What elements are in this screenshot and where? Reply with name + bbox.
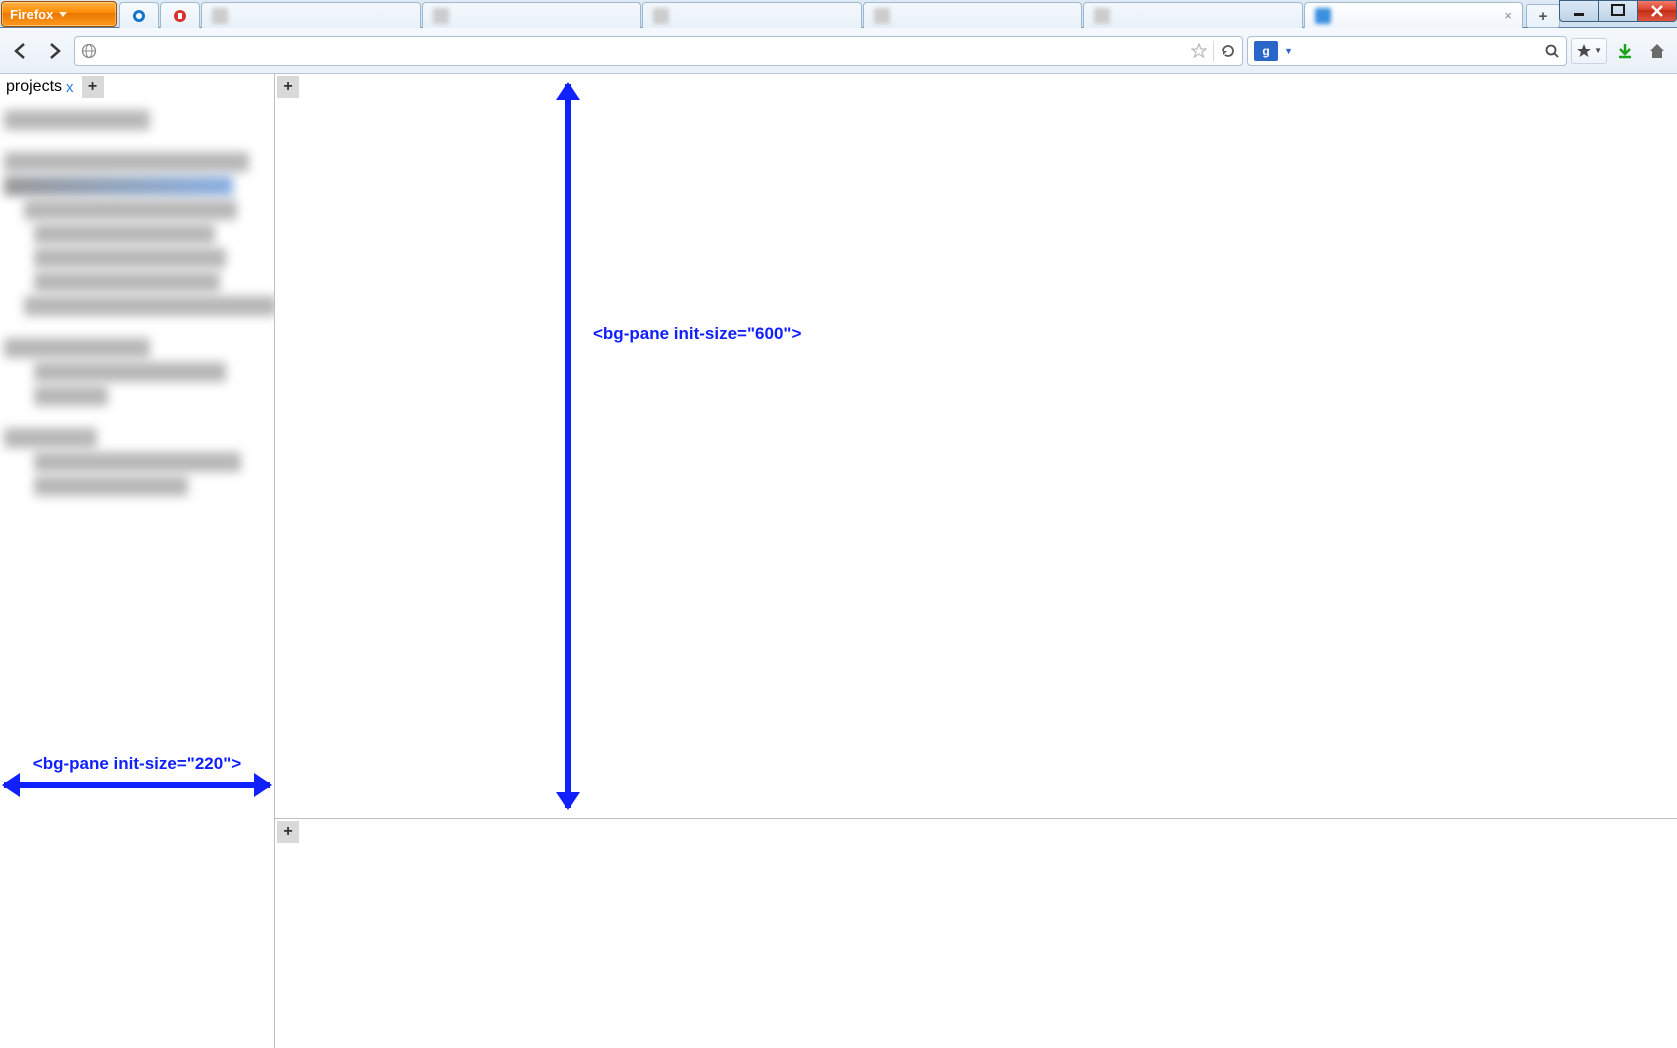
window-controls — [1560, 0, 1677, 27]
annotation-top-label: <bg-pane init-size="600"> — [593, 324, 801, 344]
search-icon[interactable] — [1544, 43, 1560, 59]
new-tab-button[interactable]: + — [1526, 4, 1560, 28]
pinned-tab[interactable] — [119, 2, 159, 28]
separator — [1213, 41, 1214, 61]
chevron-down-icon: ▼ — [1594, 46, 1602, 55]
favicon-icon — [653, 8, 669, 24]
close-pane-tab-icon[interactable]: x — [66, 79, 74, 96]
favicon-icon — [874, 8, 890, 24]
chevron-down-icon — [59, 12, 67, 17]
downloads-button[interactable] — [1611, 37, 1639, 65]
browser-tab[interactable] — [863, 2, 1083, 28]
left-pane-tab-label: projects — [6, 78, 62, 96]
plus-icon: + — [283, 78, 292, 96]
plus-icon: + — [1539, 8, 1548, 25]
download-arrow-icon — [1616, 42, 1634, 60]
browser-tab[interactable] — [642, 2, 862, 28]
favicon-icon — [433, 8, 449, 24]
home-button[interactable] — [1643, 37, 1671, 65]
bookmark-star-icon — [1576, 43, 1592, 59]
close-icon — [1650, 4, 1664, 18]
navigation-toolbar: g ▼ ▼ — [0, 28, 1677, 74]
back-button[interactable] — [6, 36, 36, 66]
add-pane-tab-button[interactable]: + — [277, 821, 299, 843]
maximize-icon — [1611, 4, 1625, 18]
right-column: + <bg-pane init-size="600"> + — [275, 74, 1677, 1048]
annotation-left-pane: <bg-pane init-size="220"> — [4, 754, 270, 788]
favicon-icon — [1315, 8, 1331, 24]
browser-tab[interactable]: × — [1304, 2, 1524, 28]
workspace: projects x + <bg-pane init-size=" — [0, 74, 1677, 1048]
window-minimize-button[interactable] — [1559, 0, 1599, 22]
reload-icon[interactable] — [1220, 43, 1236, 59]
left-pane: projects x + <bg-pane init-size=" — [0, 74, 275, 1048]
browser-tab[interactable] — [422, 2, 642, 28]
window-titlebar: Firefox × + — [0, 0, 1677, 28]
pinned-favicon-icon — [172, 8, 188, 24]
window-close-button[interactable] — [1637, 0, 1677, 22]
firefox-menu-button[interactable]: Firefox — [1, 1, 117, 27]
add-pane-tab-button[interactable]: + — [277, 76, 299, 98]
horizontal-double-arrow-icon — [4, 782, 270, 788]
bookmark-star-icon[interactable] — [1191, 43, 1207, 59]
forward-button[interactable] — [40, 36, 70, 66]
arrow-left-icon — [12, 42, 30, 60]
bottom-pane: + — [275, 819, 1677, 1048]
arrow-right-icon — [46, 42, 64, 60]
window-maximize-button[interactable] — [1598, 0, 1638, 22]
top-pane: + <bg-pane init-size="600"> — [275, 74, 1677, 819]
pinned-favicon-icon — [131, 8, 147, 24]
plus-icon: + — [88, 78, 97, 96]
browser-tab[interactable] — [1083, 2, 1303, 28]
minimize-icon — [1572, 4, 1586, 18]
url-bar[interactable] — [74, 36, 1243, 66]
search-bar[interactable]: g ▼ — [1247, 36, 1567, 66]
firefox-menu-label: Firefox — [10, 7, 53, 22]
bookmarks-menu-button[interactable]: ▼ — [1571, 38, 1607, 64]
globe-icon — [81, 43, 97, 59]
vertical-double-arrow-icon — [565, 84, 571, 808]
home-icon — [1648, 42, 1666, 60]
favicon-icon — [1094, 8, 1110, 24]
search-engine-icon[interactable]: g — [1254, 41, 1278, 61]
add-pane-tab-button[interactable]: + — [82, 76, 104, 98]
plus-icon: + — [283, 823, 292, 841]
browser-tab[interactable] — [201, 2, 421, 28]
left-pane-tab[interactable]: projects x — [0, 76, 80, 98]
annotation-top-pane: <bg-pane init-size="600"> — [565, 78, 1085, 814]
close-tab-icon[interactable]: × — [1504, 8, 1512, 23]
pinned-tab[interactable] — [160, 2, 200, 28]
annotation-left-label: <bg-pane init-size="220"> — [4, 754, 270, 774]
left-pane-tabs: projects x + — [0, 74, 274, 100]
favicon-icon — [212, 8, 228, 24]
left-pane-body — [0, 100, 274, 1048]
chevron-down-icon[interactable]: ▼ — [1284, 46, 1293, 56]
browser-tabstrip: × + — [119, 0, 1560, 28]
